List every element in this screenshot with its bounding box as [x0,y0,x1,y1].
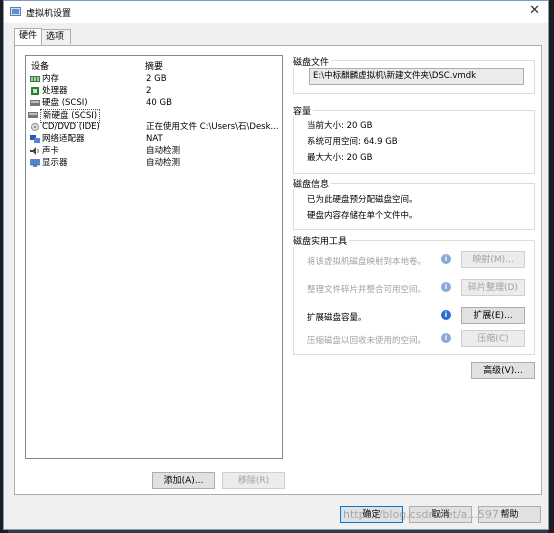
defragment-button[interactable]: 碎片整理(D) [461,279,525,296]
free-space-text: 系统可用空间: 64.9 GB [307,137,398,147]
device-name: 内存 [42,74,60,84]
info-icon: i [441,254,451,264]
device-summary: 40 GB [146,98,172,108]
column-header-summary[interactable]: 摘要 [145,59,163,72]
title-bar: 虚拟机设置 ✕ [4,1,548,23]
vm-settings-dialog: 虚拟机设置 ✕ 硬件 选项 设备 摘要 内存 2 GB 处理器 2 硬盘 (SC… [3,0,549,530]
close-icon[interactable]: ✕ [529,3,540,18]
advanced-button[interactable]: 高级(V)... [471,362,535,379]
device-row-memory[interactable]: 内存 2 GB [26,73,282,85]
compact-disk-text: 压缩磁盘以回收未使用的空间。 [307,336,427,346]
expand-disk-text: 扩展磁盘容量。 [307,313,367,323]
processor-icon [31,87,39,95]
device-list[interactable]: 设备 摘要 内存 2 GB 处理器 2 硬盘 (SCSI) 40 GB 新硬盘 … [25,55,283,459]
info-icon: i [441,282,451,292]
add-device-button[interactable]: 添加(A)... [152,472,215,489]
current-size-text: 当前大小: 20 GB [307,121,373,131]
disk-file-path-field[interactable]: E:\中标麒麟虚拟机\新建文件夹\DSC.vmdk [309,68,524,85]
max-size-text: 最大大小: 20 GB [307,153,373,163]
device-row-sound-card[interactable]: 声卡 自动检测 [26,145,282,157]
device-name: CD/DVD (IDE) [42,122,100,132]
device-name: 显示器 [42,158,68,168]
memory-icon [30,76,40,82]
hardware-panel: 设备 摘要 内存 2 GB 处理器 2 硬盘 (SCSI) 40 GB 新硬盘 … [14,45,542,495]
watermark-text: https://blog.csdn.net/a...597 [343,508,499,521]
device-name: 硬盘 (SCSI) [42,98,88,108]
disk-info-group [293,183,535,230]
device-summary: NAT [146,134,163,144]
device-summary: 2 [146,86,152,96]
info-icon: i [441,333,451,343]
new-hard-disk-icon [28,112,38,118]
cd-dvd-icon [31,123,39,131]
tab-options[interactable]: 选项 [41,29,71,44]
defragment-text: 整理文件碎片并整合可用空间。 [307,285,427,295]
network-adapter-icon [30,135,40,143]
remove-device-button[interactable]: 移除(R) [222,472,285,489]
device-row-hard-disk[interactable]: 硬盘 (SCSI) 40 GB [26,97,282,109]
expand-button[interactable]: 扩展(E)... [461,307,525,324]
window-title: 虚拟机设置 [26,9,72,19]
disk-utilities-title: 磁盘实用工具 [293,234,350,247]
map-button[interactable]: 映射(M)... [461,251,525,268]
column-header-device[interactable]: 设备 [31,59,49,72]
disk-info-line2: 硬盘内容存储在单个文件中。 [307,211,418,221]
disk-file-title: 磁盘文件 [293,55,332,68]
display-icon [30,159,40,167]
map-disk-text: 将该虚拟机磁盘映射到本地卷。 [307,257,427,267]
device-row-network-adapter[interactable]: 网络适配器 NAT [26,133,282,145]
vm-settings-icon [10,7,21,16]
compact-button[interactable]: 压缩(C) [461,330,525,347]
info-icon: i [441,310,451,320]
capacity-title: 容量 [293,104,314,117]
tab-hardware[interactable]: 硬件 [14,28,42,45]
device-summary: 自动检测 [146,158,181,168]
hard-disk-icon [30,100,40,106]
device-row-display[interactable]: 显示器 自动检测 [26,157,282,169]
disk-info-line1: 已为此硬盘预分配磁盘空间。 [307,195,418,205]
device-name: 处理器 [42,86,68,96]
device-name: 声卡 [42,146,60,156]
device-summary: 自动检测 [146,146,181,156]
dialog-footer: 确定 取消 帮助 https://blog.csdn.net/a...597 [4,499,548,531]
device-row-cd-dvd[interactable]: CD/DVD (IDE) 正在使用文件 C:\Users\石\Desk... [26,121,282,133]
device-summary: 2 GB [146,74,167,84]
device-name: 网络适配器 [42,134,85,144]
device-summary: 正在使用文件 C:\Users\石\Desk... [146,122,279,132]
sound-card-icon [30,147,39,155]
device-row-processor[interactable]: 处理器 2 [26,85,282,97]
device-row-new-hard-disk[interactable]: 新硬盘 (SCSI) [26,109,282,123]
disk-info-title: 磁盘信息 [293,177,332,190]
